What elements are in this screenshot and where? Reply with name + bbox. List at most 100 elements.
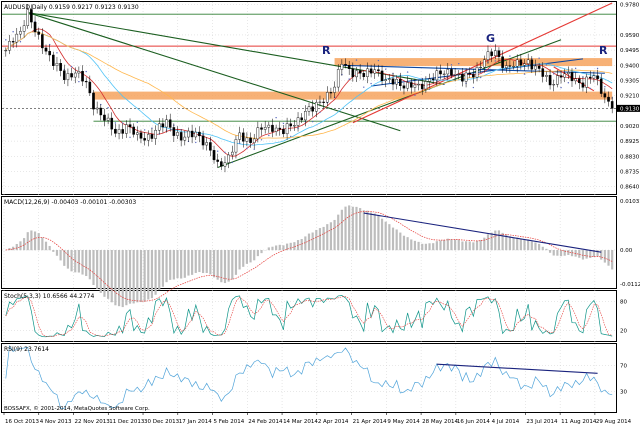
candle-body: [384, 79, 388, 82]
macd-histogram-bar: [33, 231, 37, 251]
macd-histogram-bar: [201, 250, 205, 274]
price-tick-label: 0.9780: [620, 3, 640, 9]
stoch-tick-label: 80: [620, 300, 627, 306]
candle-body: [501, 56, 504, 68]
macd-histogram-bar: [567, 250, 570, 255]
candle-body: [52, 54, 55, 66]
macd-histogram-bar: [600, 250, 603, 260]
macd-histogram-bar: [446, 238, 449, 251]
sar-dot: [19, 41, 22, 43]
sar-dot: [268, 134, 270, 137]
macd-histogram-bar: [556, 250, 559, 256]
macd-histogram-bar: [59, 250, 62, 261]
date-tick-label: 4 Jul 2014: [492, 419, 520, 425]
macd-histogram-bar: [475, 240, 479, 251]
sar-dot: [545, 64, 548, 66]
macd-histogram-bar: [370, 212, 373, 251]
sar-dot: [122, 122, 124, 124]
macd-histogram-bar: [289, 242, 292, 251]
macd-histogram-bar: [399, 232, 402, 251]
sar-dot: [260, 139, 263, 141]
candle-body: [413, 84, 417, 88]
candle-body: [220, 161, 223, 167]
macd-histogram-bar: [194, 250, 197, 273]
sar-dot: [428, 88, 431, 90]
macd-histogram-bar: [216, 250, 219, 280]
macd-histogram-bar: [267, 247, 270, 251]
macd-histogram-bar: [282, 245, 285, 251]
forex-chart: 0.9780 0.9590 0.9495 0.9400 0.9305 0.9210 0.90…: [0, 0, 640, 427]
macd-histogram-bar: [172, 250, 175, 280]
candle-body: [30, 9, 33, 23]
candle-body: [508, 65, 512, 67]
candle-body: [377, 69, 380, 72]
macd-histogram-bar: [260, 250, 263, 254]
macd-histogram-bar: [410, 239, 413, 251]
macd-histogram-bar: [271, 246, 274, 251]
sar-dot: [458, 62, 460, 65]
candle-body: [66, 73, 70, 80]
macd-histogram-bar: [143, 250, 146, 302]
sar-dot: [567, 82, 570, 84]
macd-histogram-bar: [88, 250, 91, 280]
rsi-label: RSI(9) 23.7614: [4, 346, 49, 353]
macd-histogram-bar: [322, 226, 325, 251]
candle-body: [121, 129, 125, 134]
macd-histogram-bar: [519, 238, 522, 251]
candle-body: [439, 70, 442, 75]
macd-histogram-bar: [413, 240, 417, 251]
macd-histogram-bar: [318, 228, 322, 251]
date-tick-label: 4 Nov 2013: [40, 419, 72, 425]
macd-histogram-bar: [231, 250, 234, 280]
candle-body: [183, 136, 187, 141]
candle-body: [442, 73, 446, 75]
sar-dot: [604, 86, 606, 88]
candle-body: [241, 132, 245, 142]
candle-body: [556, 75, 559, 85]
macd-histogram-bar: [242, 250, 245, 267]
sar-dot: [85, 70, 87, 73]
candle-body: [230, 151, 234, 156]
candle-body: [249, 137, 252, 143]
candle-body: [95, 107, 99, 110]
sar-dot: [574, 67, 577, 70]
macd-histogram-bar: [527, 239, 530, 251]
macd-histogram-bar: [275, 245, 278, 251]
price-tick-label: 0.8925: [620, 139, 640, 145]
macd-histogram-bar: [461, 241, 464, 251]
candle-body: [201, 135, 205, 146]
macd-histogram-bar: [384, 221, 387, 251]
candle-body: [541, 68, 545, 77]
candle-body: [165, 119, 168, 128]
macd-histogram-bar: [432, 243, 435, 251]
macd-histogram-bar: [435, 241, 438, 251]
candle-body: [300, 117, 303, 121]
candle-body: [282, 129, 285, 135]
sar-dot: [70, 66, 73, 68]
macd-histogram-bar: [63, 250, 66, 266]
macd-histogram-bar: [132, 250, 135, 304]
date-tick-label: 11 Aug 2014: [561, 419, 597, 425]
date-tick-label: 16 Jun 2014: [457, 419, 491, 425]
sar-dot: [589, 87, 591, 90]
macd-histogram-bar: [96, 250, 99, 289]
candle-body: [548, 75, 552, 86]
candle-body: [347, 65, 351, 69]
candle-body: [453, 74, 457, 76]
sar-dot: [195, 141, 197, 144]
candle-body: [132, 126, 135, 135]
candle-body: [420, 83, 424, 90]
macd-histogram-bar: [326, 224, 329, 251]
candle-body: [599, 78, 603, 94]
candle-body: [117, 129, 121, 134]
macd-histogram-bar: [402, 235, 406, 251]
candle-body: [263, 127, 267, 130]
macd-histogram-bar: [424, 243, 427, 251]
date-tick-label: 5 Feb 2014: [214, 419, 245, 425]
macd-histogram-bar: [41, 237, 44, 251]
macd-histogram-bar: [187, 250, 190, 276]
candle-body: [399, 79, 402, 86]
candle-body: [311, 106, 314, 112]
candle-body: [271, 124, 274, 132]
sar-dot: [509, 55, 511, 57]
